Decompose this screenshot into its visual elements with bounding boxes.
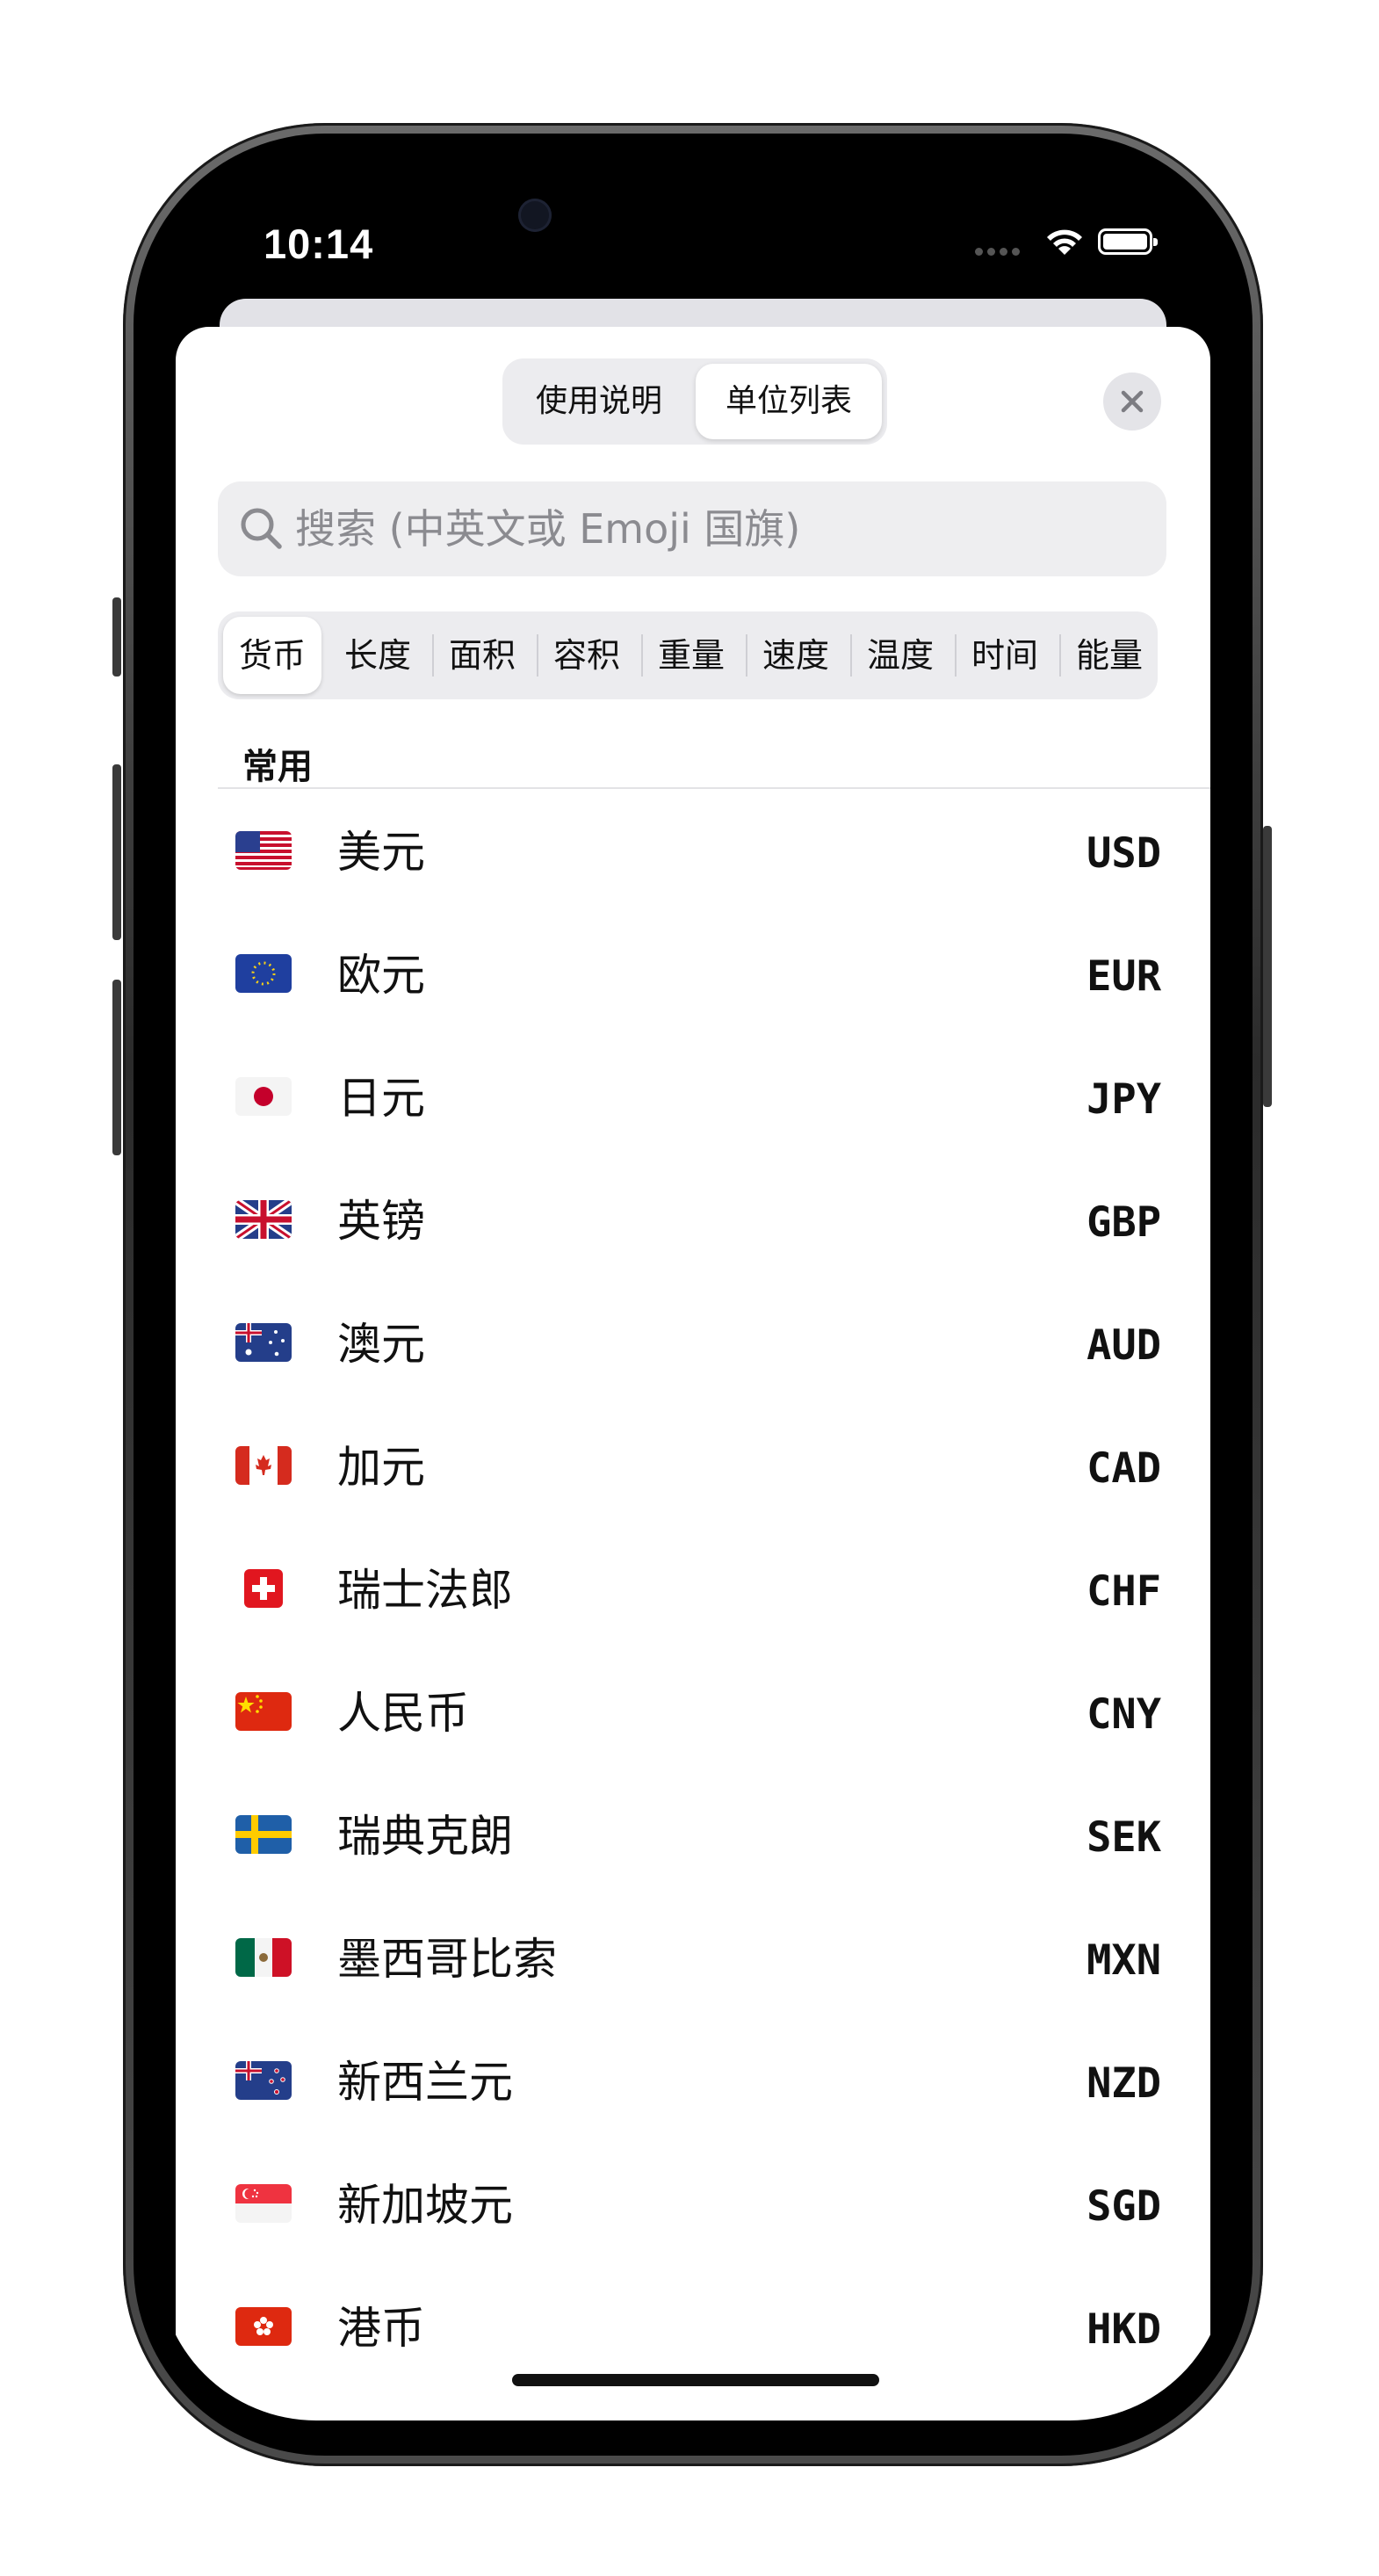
currency-name: 欧元 [337, 950, 425, 1001]
wifi-icon [1047, 229, 1082, 255]
currency-row-aud[interactable]: 澳元 AUD [218, 1283, 1210, 1406]
currency-row-cny[interactable]: 人民币 CNY [218, 1652, 1210, 1775]
ca-flag-icon [235, 1446, 292, 1485]
volume-down-button [112, 980, 121, 1155]
battery-icon [1098, 228, 1158, 255]
currency-row-mxn[interactable]: 墨西哥比索 MXN [218, 1898, 1210, 2021]
currency-code: MXN [1087, 1936, 1161, 1985]
currency-name: 加元 [337, 1442, 425, 1493]
tab-area[interactable]: 面积 [433, 617, 531, 694]
power-button [1263, 826, 1272, 1107]
currency-name: 澳元 [337, 1319, 425, 1370]
nz-flag-icon [235, 2061, 292, 2100]
search-icon [241, 508, 282, 549]
currency-row-jpy[interactable]: 日元 JPY [218, 1037, 1210, 1160]
status-bar: 10:14 [158, 167, 1228, 299]
currency-name: 新西兰元 [337, 2057, 513, 2108]
currency-row-hkd[interactable]: 港币 HKD [218, 2267, 1210, 2390]
tab-temperature[interactable]: 温度 [851, 617, 949, 694]
home-indicator [512, 2374, 879, 2386]
silent-switch [112, 597, 121, 677]
tab-currency[interactable]: 货币 [223, 617, 321, 694]
currency-name: 瑞士法郎 [337, 1565, 513, 1616]
section-divider [218, 787, 1210, 789]
currency-row-usd[interactable]: 美元 USD [218, 791, 1210, 914]
currency-code: CHF [1087, 1567, 1161, 1616]
tab-length[interactable]: 长度 [329, 617, 427, 694]
currency-code: AUD [1087, 1321, 1161, 1370]
tab-volume[interactable]: 容积 [538, 617, 636, 694]
phone-screen: 10:14 使用说明 单位列表 货币 [158, 167, 1228, 2420]
currency-row-sek[interactable]: 瑞典克朗 SEK [218, 1775, 1210, 1898]
jp-flag-icon [235, 1077, 292, 1116]
us-flag-icon [235, 831, 292, 870]
sg-flag-icon [235, 2184, 292, 2223]
currency-name: 港币 [337, 2303, 425, 2354]
currency-row-chf[interactable]: 瑞士法郎 CHF [218, 1529, 1210, 1652]
segment-unit-list[interactable]: 单位列表 [696, 364, 882, 439]
currency-row-sgd[interactable]: 新加坡元 SGD [218, 2144, 1210, 2267]
currency-row-nzd[interactable]: 新西兰元 NZD [218, 2021, 1210, 2144]
tab-time[interactable]: 时间 [956, 617, 1054, 694]
ch-flag-icon [244, 1569, 283, 1608]
se-flag-icon [235, 1815, 292, 1854]
tab-speed[interactable]: 速度 [747, 617, 845, 694]
currency-code: HKD [1087, 2305, 1161, 2354]
cn-flag-icon [235, 1692, 292, 1731]
currency-name: 瑞典克朗 [337, 1811, 513, 1862]
category-tabs: 货币 长度 面积 容积 重量 速度 温度 时间 能量 [218, 611, 1158, 699]
currency-name: 墨西哥比索 [337, 1934, 557, 1985]
currency-name: 美元 [337, 827, 425, 878]
currency-code: SGD [1087, 2182, 1161, 2231]
segment-guide[interactable]: 使用说明 [508, 364, 690, 439]
tab-energy[interactable]: 能量 [1060, 617, 1159, 694]
currency-code: CNY [1087, 1690, 1161, 1739]
eu-flag-icon [235, 954, 292, 993]
currency-row-eur[interactable]: 欧元 EUR [218, 914, 1210, 1037]
currency-name: 人民币 [337, 1688, 469, 1739]
volume-up-button [112, 764, 121, 940]
signal-dots-icon [975, 248, 1024, 257]
currency-code: NZD [1087, 2059, 1161, 2108]
status-time: 10:14 [264, 221, 374, 267]
front-camera [518, 199, 552, 232]
hk-flag-icon [235, 2307, 292, 2346]
search-input[interactable] [295, 481, 1138, 576]
au-flag-icon [235, 1323, 292, 1362]
mx-flag-icon [235, 1938, 292, 1977]
close-icon [1121, 390, 1144, 413]
currency-code: CAD [1087, 1444, 1161, 1493]
currency-row-cad[interactable]: 加元 CAD [218, 1406, 1210, 1529]
currency-name: 日元 [337, 1073, 425, 1124]
search-field[interactable] [218, 481, 1166, 576]
currency-code: USD [1087, 829, 1161, 878]
currency-code: JPY [1087, 1075, 1161, 1124]
currency-code: SEK [1087, 1813, 1161, 1862]
section-header-common: 常用 [242, 747, 313, 787]
unit-picker-sheet: 使用说明 单位列表 货币 长度 面积 容积 [176, 327, 1210, 2420]
close-button[interactable] [1103, 373, 1161, 431]
tab-weight[interactable]: 重量 [642, 617, 740, 694]
mode-segmented-control: 使用说明 单位列表 [502, 358, 887, 445]
currency-code: EUR [1087, 952, 1161, 1001]
currency-name: 新加坡元 [337, 2180, 513, 2231]
currency-row-gbp[interactable]: 英镑 GBP [218, 1160, 1210, 1283]
gb-flag-icon [235, 1200, 292, 1239]
currency-code: GBP [1087, 1198, 1161, 1247]
currency-name: 英镑 [337, 1196, 425, 1247]
